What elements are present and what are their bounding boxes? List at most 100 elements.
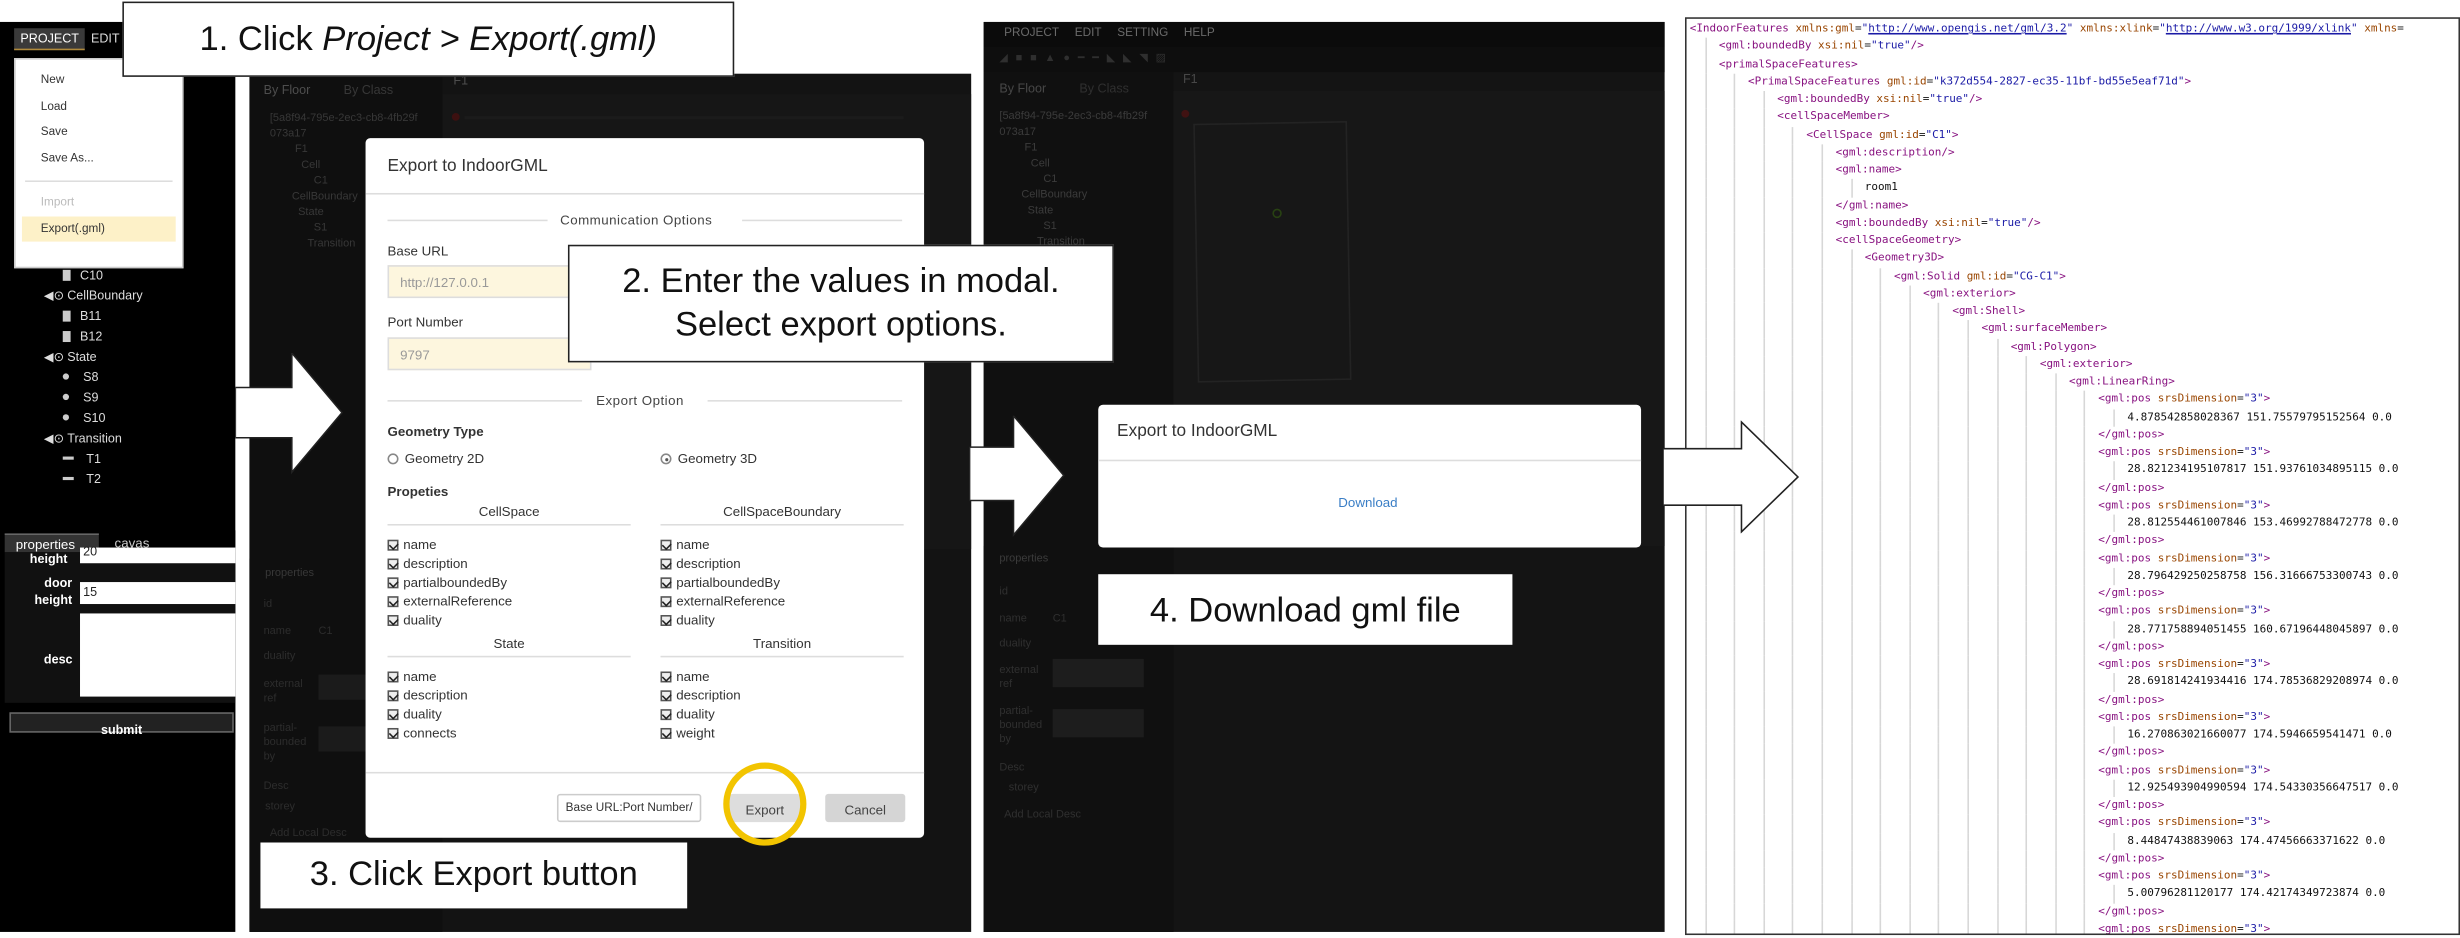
xml-indent-guide: [1733, 920, 1736, 934]
cancel-button[interactable]: Cancel: [825, 793, 906, 823]
xml-indent-guide: [1850, 726, 1853, 745]
xml-token[interactable]: http://www.w3.org/1999/xlink: [2166, 22, 2351, 35]
checkbox-checked-icon: [387, 596, 399, 608]
download-link[interactable]: Download: [1338, 494, 1397, 510]
property-checkbox[interactable]: connects: [387, 723, 631, 742]
tree-item[interactable]: ◀⊙ CellBoundary: [41, 286, 229, 306]
property-checkbox[interactable]: duality: [660, 610, 904, 629]
xml-indent-guide: [1792, 567, 1794, 586]
xml-indent-guide: [1850, 443, 1853, 462]
xml-indent-guide: [1821, 320, 1824, 339]
checkbox-checked-icon: [387, 615, 399, 626]
project-dropdown: New Load Save Save As... Import Export(.…: [14, 58, 184, 269]
xml-indent-guide: [1792, 196, 1794, 215]
property-checkbox[interactable]: name: [660, 667, 904, 686]
xml-indent-guide: [1938, 832, 1940, 850]
property-checkbox-label: name: [676, 536, 710, 553]
xml-indent-guide: [2084, 638, 2086, 656]
xml-indent-guide: [1792, 691, 1794, 709]
height-field[interactable]: 20: [80, 544, 236, 564]
property-checkbox[interactable]: weight: [660, 723, 904, 742]
property-checkbox[interactable]: partialboundedBy: [660, 573, 904, 592]
xml-token: "k372d554-2827-ec35-11bf-bd55e5eaf71d": [1933, 74, 2185, 88]
property-checkbox[interactable]: description: [387, 554, 631, 573]
property-checkbox[interactable]: description: [660, 686, 904, 705]
xml-indent-guide: [2113, 673, 2115, 692]
xml-indent-guide: [2084, 867, 2086, 886]
property-checkbox[interactable]: duality: [387, 704, 631, 723]
xml-token: <IndoorFeatures: [1689, 21, 1796, 35]
transition-line-icon: [62, 476, 74, 481]
property-checkbox[interactable]: externalReference: [660, 591, 904, 610]
property-checkbox[interactable]: externalReference: [387, 591, 631, 610]
tree-item[interactable]: S9: [41, 388, 229, 408]
xml-token: srsDimension: [2157, 710, 2238, 723]
tree-item[interactable]: ◀⊙ State: [41, 347, 229, 367]
tree-item[interactable]: T1: [41, 449, 229, 469]
xml-indent-guide: [1909, 426, 1911, 444]
tree-item[interactable]: S8: [41, 367, 229, 387]
xml-indent-guide: [2084, 479, 2086, 497]
xml-indent-guide: [1850, 797, 1853, 815]
tree-item[interactable]: T2: [41, 469, 229, 489]
tree-item[interactable]: S10: [41, 408, 229, 428]
xml-token[interactable]: http://www.opengis.net/gml/3.2: [1868, 22, 2066, 35]
xml-indent-guide: [1938, 726, 1940, 745]
menu-item-load[interactable]: Load: [16, 93, 182, 119]
property-checkbox[interactable]: duality: [660, 704, 904, 723]
xml-indent-guide: [1792, 373, 1794, 392]
menu-item-save-as[interactable]: Save As...: [16, 145, 182, 171]
property-checkbox[interactable]: partialboundedBy: [387, 573, 631, 592]
property-checkbox[interactable]: name: [387, 667, 631, 686]
menu-item-save[interactable]: Save: [16, 119, 182, 145]
xml-line: <gml:LinearRing>: [2069, 373, 2175, 391]
xml-indent-guide: [1909, 355, 1911, 374]
geometry-3d-radio[interactable]: Geometry 3D: [660, 449, 757, 468]
tree-item[interactable]: ◀⊙ Transition: [41, 428, 229, 448]
xml-token: xmlns:xlink: [2073, 21, 2153, 35]
property-checkbox[interactable]: duality: [387, 610, 631, 629]
xml-indent-guide: [1909, 867, 1911, 886]
xml-indent-guide: [1967, 585, 1969, 603]
xml-indent-guide: [2054, 461, 2057, 480]
property-checkbox[interactable]: description: [660, 554, 904, 573]
property-checkbox[interactable]: name: [660, 535, 904, 554]
properties-heading: Propeties: [387, 483, 449, 499]
xml-indent-guide: [1704, 143, 1707, 162]
tree-item[interactable]: B12: [41, 326, 229, 346]
xml-indent-guide: [1821, 532, 1824, 550]
xml-indent-guide: [2025, 549, 2028, 568]
submit-button[interactable]: submit: [9, 712, 234, 737]
port-number-input[interactable]: 9797: [387, 337, 592, 371]
xml-indent-guide: [2025, 885, 2028, 903]
property-checkbox-label: externalReference: [403, 593, 513, 609]
property-checkbox[interactable]: name: [387, 535, 631, 554]
property-checkbox[interactable]: description: [387, 686, 631, 705]
xml-token: </gml:pos>: [2098, 692, 2165, 706]
comm-right-rule: [742, 219, 903, 222]
xml-token: >: [1951, 127, 1959, 141]
xml-indent-guide: [2054, 867, 2057, 886]
xml-token: "3": [2243, 498, 2264, 512]
xml-indent-guide: [1850, 249, 1853, 268]
xml-indent-guide: [1763, 691, 1765, 709]
xml-indent-guide: [2054, 885, 2057, 903]
tree-item[interactable]: C10: [41, 265, 229, 285]
xml-token: </gml:pos>: [2098, 639, 2165, 653]
xml-indent-guide: [1909, 602, 1911, 621]
xml-indent-guide: [1792, 620, 1794, 639]
xml-indent-guide: [1909, 585, 1911, 603]
xml-indent-guide: [1909, 673, 1911, 692]
base-url-input[interactable]: http://127.0.0.1: [387, 265, 592, 299]
xml-token: >: [2263, 657, 2271, 670]
xml-indent-guide: [1733, 761, 1736, 780]
door-height-field[interactable]: 15: [80, 582, 236, 605]
desc-textarea[interactable]: [80, 613, 236, 697]
menu-project[interactable]: PROJECT: [14, 28, 86, 51]
tree-item[interactable]: B11: [41, 306, 229, 326]
menu-item-export-gml[interactable]: Export(.gml): [21, 215, 176, 242]
xml-indent-guide: [1938, 867, 1940, 886]
menu-edit[interactable]: EDIT: [91, 31, 120, 45]
geometry-2d-radio[interactable]: Geometry 2D: [387, 449, 484, 468]
xml-token: </gml:pos>: [2098, 798, 2165, 812]
